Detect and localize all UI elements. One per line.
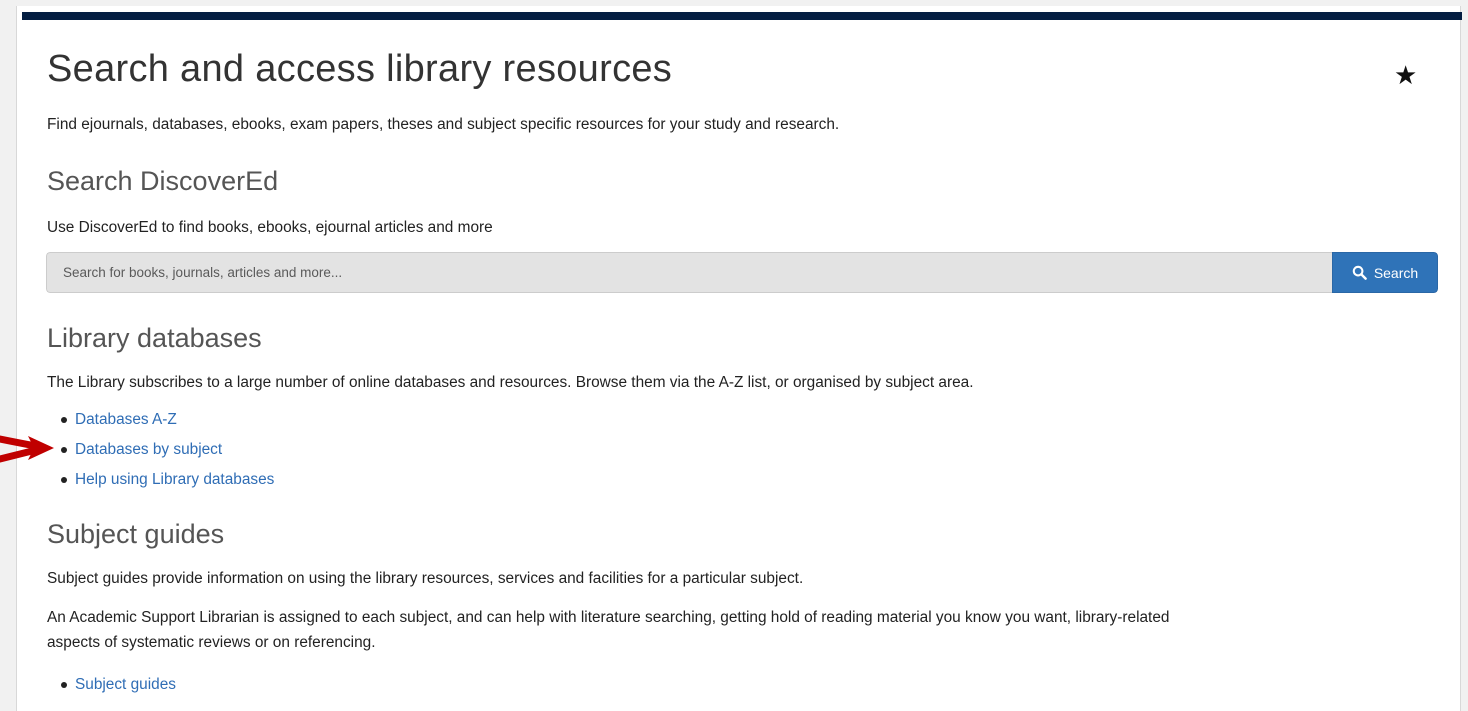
red-arrow-icon xyxy=(0,435,54,463)
list-item: Help using Library databases xyxy=(47,465,274,495)
subject-guides-librarian-text-line1: An Academic Support Librarian is assigne… xyxy=(47,609,1170,626)
discovered-heading: Search DiscoverEd xyxy=(47,166,279,196)
page-intro: Find ejournals, databases, ebooks, exam … xyxy=(47,116,840,133)
list-item: Databases A-Z xyxy=(47,405,274,435)
databases-heading: Library databases xyxy=(47,323,262,353)
top-accent-bar xyxy=(22,12,1462,20)
window-edge xyxy=(1462,0,1468,711)
magnifier-icon xyxy=(1352,265,1367,280)
help-using-databases-link[interactable]: Help using Library databases xyxy=(75,471,274,488)
databases-description: The Library subscribes to a large number… xyxy=(47,374,974,391)
favourite-star-icon[interactable]: ★ xyxy=(1394,60,1417,91)
content-panel xyxy=(16,6,1461,711)
databases-a-z-link[interactable]: Databases A-Z xyxy=(75,411,177,428)
databases-by-subject-link[interactable]: Databases by subject xyxy=(75,441,222,458)
list-item: Subject guides xyxy=(47,670,176,700)
subject-guides-description: Subject guides provide information on us… xyxy=(47,570,804,587)
discovered-search-input[interactable] xyxy=(46,252,1332,293)
subject-guides-heading: Subject guides xyxy=(47,519,225,549)
list-item: Databases by subject xyxy=(47,435,274,465)
subject-guides-librarian-text-line2: aspects of systematic reviews or on refe… xyxy=(47,634,376,651)
page-title: Search and access library resources xyxy=(47,48,673,90)
subject-guides-link[interactable]: Subject guides xyxy=(75,676,176,693)
search-button[interactable]: Search xyxy=(1332,252,1438,293)
discovered-description: Use DiscoverEd to find books, ebooks, ej… xyxy=(47,219,493,236)
databases-link-list: Databases A-Z Databases by subject Help … xyxy=(47,405,274,495)
search-button-label: Search xyxy=(1373,264,1419,281)
discovered-search-form: Search xyxy=(46,252,1438,293)
subject-guides-link-list: Subject guides xyxy=(47,670,176,700)
